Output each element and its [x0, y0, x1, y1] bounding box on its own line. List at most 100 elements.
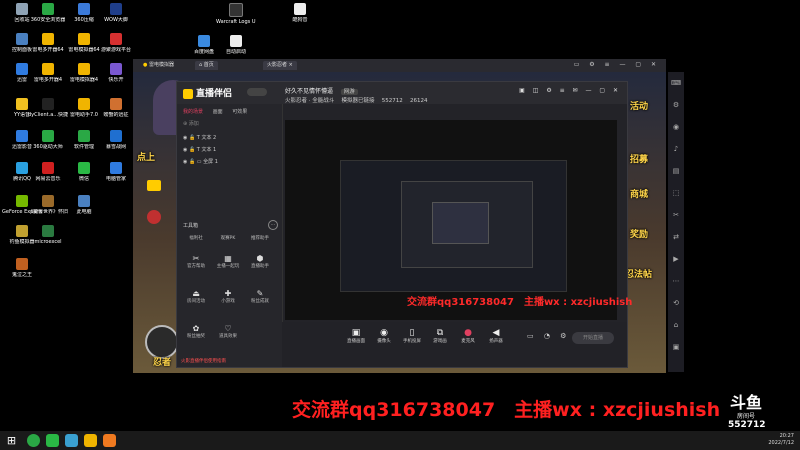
text-icon: T	[196, 135, 200, 141]
tool-minigame[interactable]: ✚ 小游戏	[213, 289, 243, 304]
stream-app-taskbar-icon[interactable]	[103, 434, 116, 447]
desktop-icon[interactable]: 酷狗音	[280, 3, 320, 23]
game-button-ninja[interactable]: 忍者	[153, 355, 171, 368]
app-icon	[78, 195, 90, 207]
desktop-icon[interactable]: 自动启动	[216, 35, 256, 55]
tab-home[interactable]: ⌂ 首页	[195, 61, 218, 70]
notice-text[interactable]: 火影直播伴侣使用指南	[181, 358, 226, 364]
lock-icon[interactable]: 🔓	[189, 147, 195, 153]
tool-welfare[interactable]: 福利社	[181, 235, 211, 241]
window-controls[interactable]: ▭ ⚙ ≡ — ▢ ✕	[574, 61, 660, 68]
sidebar-tools-icon[interactable]: ⌨ ⚙ ◉ ♪ ▤ ⬚ ✂ ⇄ ▶ ⋯ ⟲ ⌂ ▣	[668, 72, 684, 358]
lock-icon[interactable]: 🔓	[189, 135, 195, 141]
source-item[interactable]: ◉ 🔓 T 文本 2	[183, 134, 216, 141]
avatar[interactable]	[247, 88, 267, 96]
tool-fan-achievement[interactable]: ✎ 粉丝成就	[245, 289, 275, 304]
lock-icon[interactable]: 🔓	[189, 159, 195, 165]
speaker-button[interactable]: ◀ 扬声器	[484, 328, 508, 344]
taskbar: ⊞ 20:27 2022/7/12	[0, 431, 800, 450]
emulator-titlebar[interactable]: ● 雷电模拟器 ⌂ 首页 火影忍者 × ▭ ⚙ ≡ — ▢ ✕	[133, 59, 666, 72]
desktop-icon[interactable]: 游聚游戏平台	[96, 33, 136, 53]
eye-icon[interactable]: ◉	[183, 159, 187, 165]
desktop-icon[interactable]: Warcraft Logs U...	[216, 3, 256, 25]
desktop-icon[interactable]: 快乐开	[96, 63, 136, 83]
game-button-activity[interactable]: 活动	[630, 99, 648, 112]
tool-effects[interactable]: ♡ 道具效果	[213, 324, 243, 339]
left-panel: 我的场景 画面 可效果 ⊕ 添加 ◉ 🔓 T 文本 2 ◉ 🔓 T 文本 1 ◉…	[177, 104, 283, 367]
eye-icon[interactable]: ◉	[183, 135, 187, 141]
panel-tabs: 我的场景 画面 可效果	[183, 108, 255, 115]
tool-pk[interactable]: 观赛PK	[213, 235, 243, 241]
desktop-icon[interactable]: 网易云音乐	[28, 162, 68, 182]
game-capture-button[interactable]: ⧉ 游戏画	[428, 328, 452, 344]
gamepad-icon: ✚	[224, 289, 232, 298]
scissors-icon: ✂	[192, 254, 200, 263]
game-button-scroll[interactable]: 忍法帖	[625, 267, 652, 280]
category-tag[interactable]: 网游	[340, 89, 358, 95]
desktop-icon[interactable]: 雷电多开器4	[28, 63, 68, 83]
desktop-icon[interactable]: 360驱动大师	[28, 130, 68, 150]
system-clock[interactable]: 20:27 2022/7/12	[768, 433, 794, 447]
source-item[interactable]: ◉ 🔓 T 文本 1	[183, 146, 216, 153]
microphone-button[interactable]: ● 麦克风	[456, 328, 480, 344]
room-label: 房间号	[736, 413, 755, 420]
tab-effects[interactable]: 可效果	[232, 109, 247, 115]
browser-360-icon[interactable]	[27, 434, 40, 447]
desktop-icon[interactable]: WOW大脚	[96, 3, 136, 23]
streaming-app-window[interactable]: 直播伴侣 ▣ ◫ ⚙ ≡ ✉ — ▢ ✕ 我的场景 画面 可效果 ⊕ 添加 ◉ …	[176, 81, 628, 368]
tool-room-activity[interactable]: ⏏ 房间活动	[181, 289, 211, 304]
add-scene-button[interactable]: ⊕ 添加	[183, 120, 199, 127]
app-window-controls[interactable]: ▣ ◫ ⚙ ≡ ✉ — ▢ ✕	[519, 87, 621, 94]
desktop-icon[interactable]: 螃蟹的远征	[96, 98, 136, 118]
app-icon	[110, 3, 122, 15]
source-item[interactable]: ◉ 🔓 ▭ 全屏 1	[183, 158, 218, 165]
tool-assistant[interactable]: ⬢ 直播助手	[245, 254, 275, 269]
app-icon	[110, 162, 122, 174]
emulator-logo-icon: ●	[143, 62, 148, 68]
app-icon	[42, 63, 54, 75]
tab-scenes[interactable]: 画面	[213, 109, 223, 115]
camera-button[interactable]: ◉ 摄像头	[372, 328, 396, 344]
stream-title: 好久不见情怀懵逼	[285, 88, 334, 95]
wechat-icon[interactable]	[46, 434, 59, 447]
app-icon	[42, 3, 54, 15]
emulator-taskbar-icon[interactable]	[84, 434, 97, 447]
game-button-recruit[interactable]: 招募	[630, 152, 648, 165]
mail-icon[interactable]	[147, 180, 161, 191]
tool-play-together[interactable]: ▦ 主播一起玩	[213, 254, 243, 269]
tool-recommend[interactable]: 推荐助手	[245, 235, 275, 241]
desktop-icon[interactable]: 《魔兽世界》怀旧服	[28, 195, 68, 215]
app-icon	[42, 195, 54, 207]
desktop-icon[interactable]: 此电脑	[64, 195, 104, 215]
room-number: 552712	[728, 420, 766, 430]
clock-time: 20:27	[779, 433, 794, 439]
desktop-icon[interactable]: microexcel	[28, 225, 68, 245]
record-settings-icons[interactable]: ▭ ◔ ⚙	[527, 332, 570, 340]
desktop-icon[interactable]: 电脑管家	[96, 162, 136, 182]
game-button-shop[interactable]: 商城	[630, 187, 648, 200]
app-taskbar-icon[interactable]	[65, 434, 78, 447]
tool-lottery[interactable]: ✿ 粉丝抽奖	[181, 324, 211, 339]
phone-cast-button[interactable]: ▯ 手机投屏	[400, 328, 424, 344]
tool-help[interactable]: ✂ 官方帮助	[181, 254, 211, 269]
app-icon	[42, 33, 54, 45]
windows-start-icon[interactable]: ⊞	[5, 434, 18, 447]
grid-icon: ▦	[224, 254, 232, 263]
home-button-icon[interactable]	[147, 210, 161, 224]
live-screen-button[interactable]: ▣ 直播画面	[344, 328, 368, 344]
go-live-button[interactable]: 开始直播	[572, 332, 614, 344]
tab-my-scenes[interactable]: 我的场景	[183, 109, 203, 115]
preview-canvas[interactable]	[285, 120, 617, 320]
desktop-icon[interactable]: 360安全浏览器	[28, 3, 68, 23]
more-icon[interactable]: ⋯	[268, 220, 278, 230]
desktop-icon[interactable]: dyClient.a...快捷方式	[28, 98, 68, 118]
desktop-icon[interactable]: 鬼泣之王	[2, 258, 42, 278]
tab-game[interactable]: 火影忍者 ×	[263, 61, 297, 70]
desktop-icon[interactable]: 雷电多开器64	[28, 33, 68, 53]
eye-icon[interactable]: ◉	[183, 147, 187, 153]
desktop-icon[interactable]: 暴雪战网	[96, 130, 136, 150]
tab-emulator[interactable]: ● 雷电模拟器	[139, 61, 178, 70]
close-icon[interactable]: ×	[289, 62, 293, 68]
game-button-reward[interactable]: 奖励	[630, 227, 648, 240]
ninja-badge-icon[interactable]	[145, 325, 179, 359]
